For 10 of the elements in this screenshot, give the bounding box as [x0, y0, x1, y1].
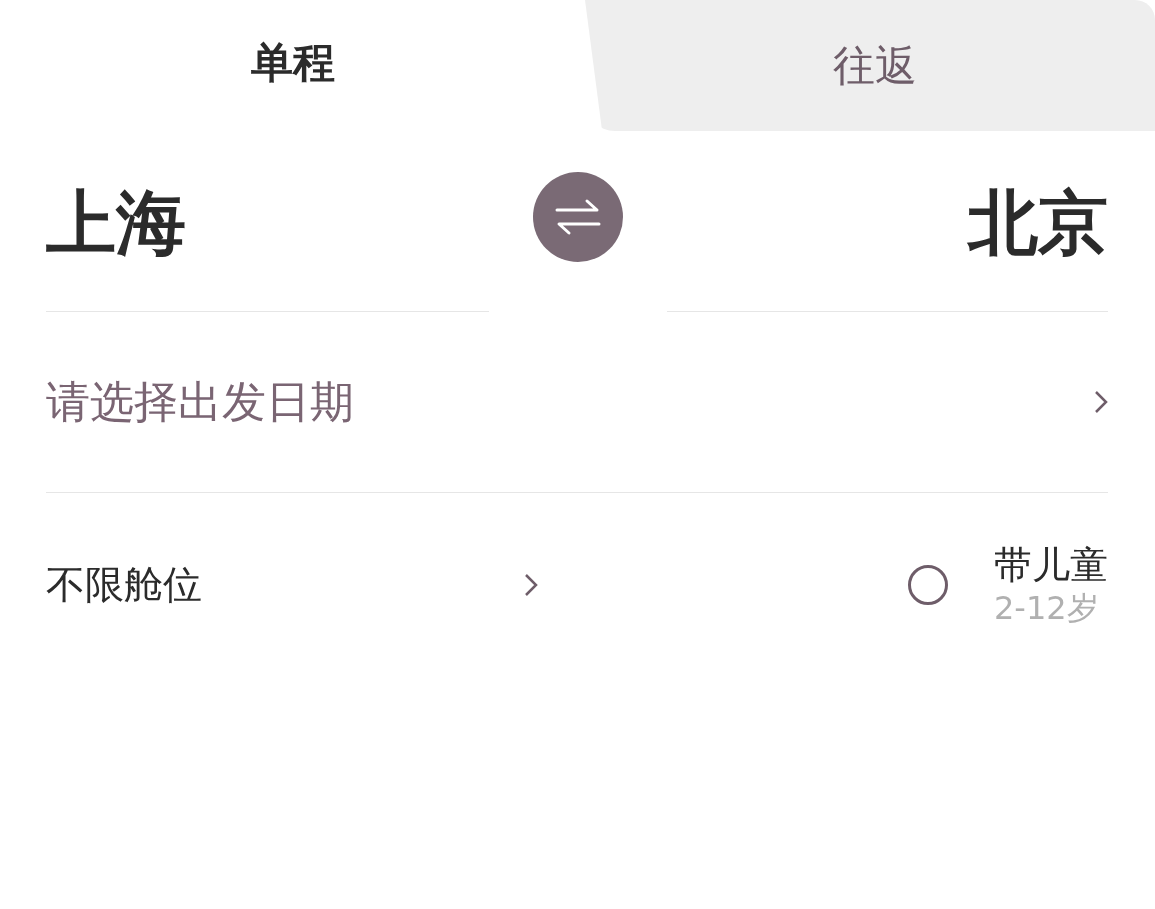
trip-tab[interactable]: 往返 [585, 0, 1155, 131]
cabin-class-selector[interactable]: 不限舱位 [46, 558, 524, 612]
child-radio[interactable] [908, 565, 948, 605]
origin-city-field[interactable]: 上海 [46, 131, 489, 312]
destination-city-field[interactable]: 北京 [667, 131, 1108, 312]
chevron-right-icon [1094, 390, 1108, 414]
child-label: 带儿童 [994, 543, 1108, 589]
chevron-right-icon [524, 573, 538, 597]
child-age-note: 2-12岁 [994, 588, 1100, 627]
date-picker-placeholder[interactable]: 请选择出发日期 [46, 372, 1094, 432]
